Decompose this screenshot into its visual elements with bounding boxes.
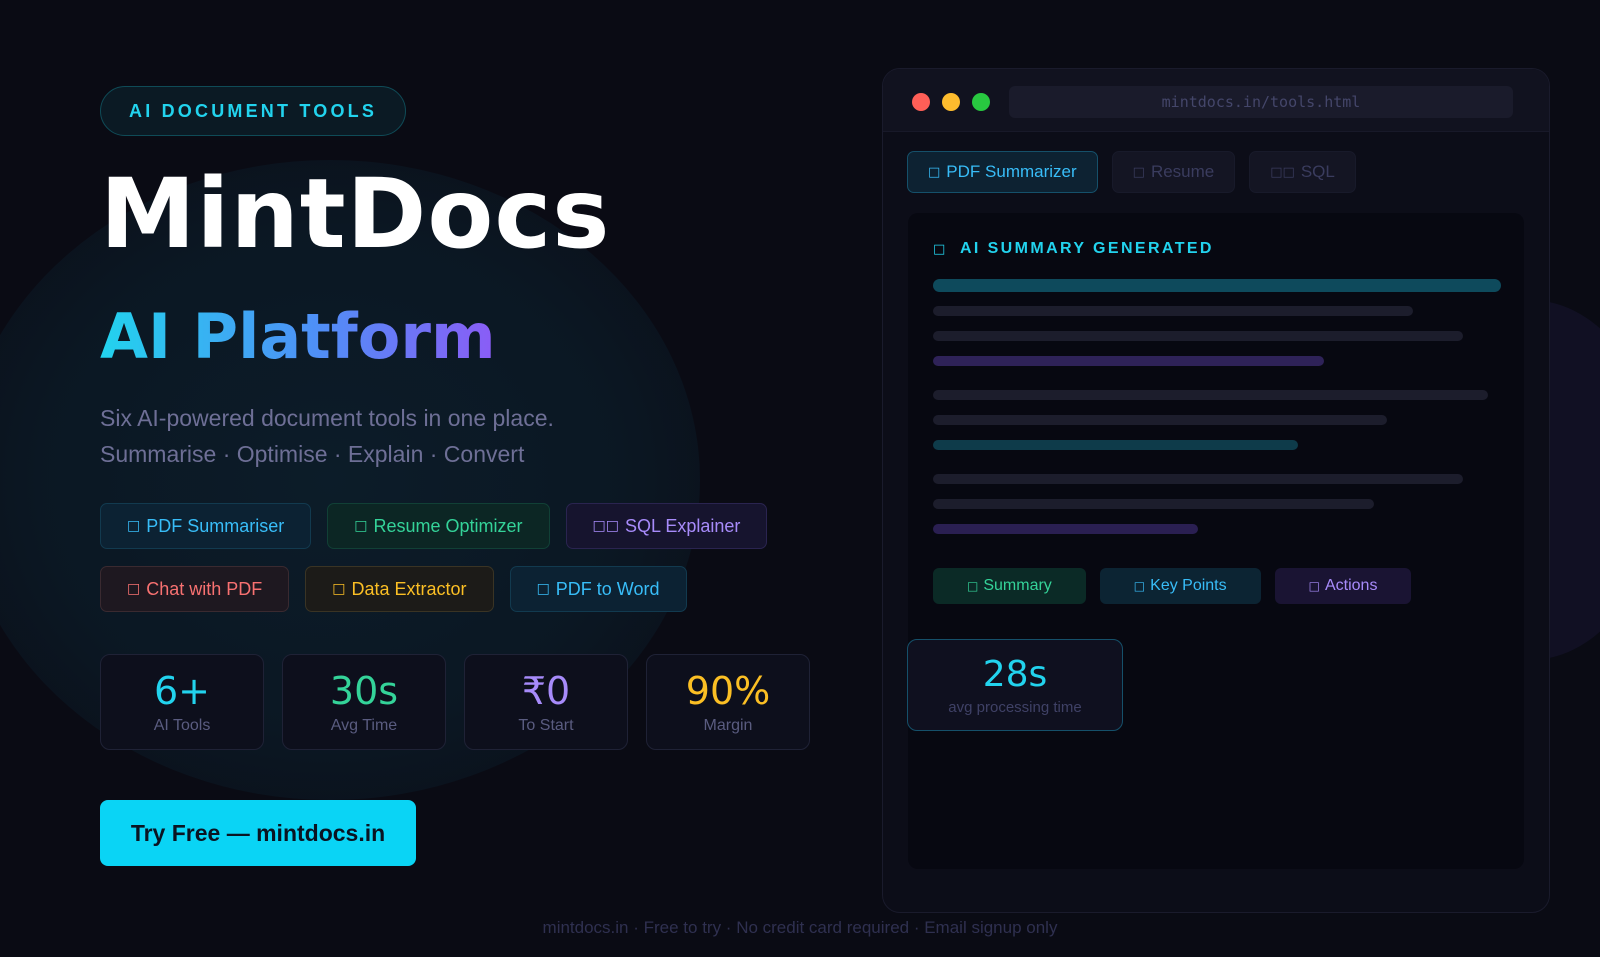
pdf-icon: □ <box>127 518 141 534</box>
summary-panel: □ AI SUMMARY GENERATED □ Summary □ Key P… <box>908 213 1524 869</box>
tool-chips-row-2: □ Chat with PDF □ Data Extractor □ PDF t… <box>100 566 687 612</box>
tool-chip-label: SQL Explainer <box>625 515 741 536</box>
tool-chip-pdf-to-word[interactable]: □ PDF to Word <box>509 566 687 612</box>
tab-label: PDF Summarizer <box>946 162 1077 181</box>
pdf-icon: □ <box>928 164 941 180</box>
stat-card-time: 30s Avg Time <box>282 654 446 750</box>
page-subtitle: AI Platform <box>100 300 496 373</box>
processing-time-label: avg processing time <box>948 698 1082 716</box>
skeleton-line <box>933 499 1374 509</box>
preview-tabs: □ PDF Summarizer □ Resume □□ SQL <box>907 151 1356 193</box>
stat-card-tools: 6+ AI Tools <box>100 654 264 750</box>
stat-value: ₹0 <box>521 669 571 713</box>
page-title: MintDocs <box>100 158 611 270</box>
address-bar[interactable]: mintdocs.in/tools.html <box>1009 86 1513 118</box>
skeleton-line <box>933 390 1488 400</box>
panel-title: □ AI SUMMARY GENERATED <box>933 240 1214 258</box>
chat-icon: □ <box>127 581 141 597</box>
close-dot-icon <box>912 93 930 111</box>
tab-pdf-summarizer[interactable]: □ PDF Summarizer <box>907 151 1098 193</box>
stats-row: 6+ AI Tools 30s Avg Time ₹0 To Start 90%… <box>100 654 810 750</box>
stat-card-margin: 90% Margin <box>646 654 810 750</box>
tool-chip-resume-optimizer[interactable]: □ Resume Optimizer <box>327 503 550 549</box>
stat-label: Margin <box>703 717 753 734</box>
tool-chip-label: Chat with PDF <box>146 578 263 599</box>
skeleton-line <box>933 474 1463 484</box>
tool-chip-label: Resume Optimizer <box>373 515 523 536</box>
output-tag-label: Key Points <box>1150 577 1227 594</box>
window-titlebar: mintdocs.in/tools.html <box>883 69 1549 132</box>
footer-note: mintdocs.in · Free to try · No credit ca… <box>542 918 1058 937</box>
tool-chip-label: Data Extractor <box>351 578 467 599</box>
try-free-button[interactable]: Try Free — mintdocs.in <box>100 800 416 866</box>
skeleton-line <box>933 415 1387 425</box>
stat-value: 6+ <box>153 669 211 713</box>
description-line-1: Six AI-powered document tools in one pla… <box>100 405 554 431</box>
eyebrow-badge: AI DOCUMENT TOOLS <box>100 86 407 136</box>
output-tag-label: Actions <box>1324 577 1378 594</box>
key-points-icon: □ <box>1133 579 1146 593</box>
tool-chip-label: PDF Summariser <box>146 515 285 536</box>
tab-resume[interactable]: □ Resume <box>1111 151 1236 193</box>
description-line-2: Summarise · Optimise · Explain · Convert <box>100 441 525 467</box>
stat-value: 90% <box>685 669 771 713</box>
tab-label: Resume <box>1150 162 1215 181</box>
stat-value: 30s <box>329 669 399 713</box>
database-icon: □□ <box>1270 164 1295 180</box>
tool-chip-pdf-summariser[interactable]: □ PDF Summariser <box>100 503 312 549</box>
stat-label: AI Tools <box>153 717 211 734</box>
convert-icon: □ <box>536 581 550 597</box>
output-tags: □ Summary □ Key Points □ Actions <box>933 568 1412 604</box>
output-tag-label: Summary <box>983 577 1052 594</box>
output-tag-summary[interactable]: □ Summary <box>933 568 1086 604</box>
hero-description: Six AI-powered document tools in one pla… <box>100 400 554 472</box>
skeleton-line <box>933 440 1298 450</box>
tool-chips-row-1: □ PDF Summariser □ Resume Optimizer □□ S… <box>100 503 768 549</box>
stat-card-price: ₹0 To Start <box>464 654 628 750</box>
actions-icon: □ <box>1308 579 1320 593</box>
tool-chip-chat-with-pdf[interactable]: □ Chat with PDF <box>100 566 290 612</box>
skeleton-line <box>933 356 1324 366</box>
database-icon: □□ <box>592 518 619 534</box>
panel-title-text: AI SUMMARY GENERATED <box>959 240 1214 257</box>
maximize-dot-icon <box>972 93 990 111</box>
stat-label: To Start <box>518 717 574 734</box>
extract-icon: □ <box>332 581 346 597</box>
tab-label: SQL <box>1300 162 1335 181</box>
sparkle-icon: □ <box>933 242 948 257</box>
output-tag-actions[interactable]: □ Actions <box>1274 568 1412 604</box>
tool-chip-data-extractor[interactable]: □ Data Extractor <box>305 566 494 612</box>
skeleton-line <box>933 331 1463 341</box>
tab-sql[interactable]: □□ SQL <box>1249 151 1356 193</box>
processing-time-card: 28s avg processing time <box>907 639 1123 731</box>
stat-label: Avg Time <box>330 717 398 734</box>
resume-icon: □ <box>1132 164 1145 180</box>
summary-icon: □ <box>967 579 979 593</box>
minimize-dot-icon <box>942 93 960 111</box>
skeleton-line <box>933 524 1198 534</box>
app-preview-window: mintdocs.in/tools.html □ PDF Summarizer … <box>882 68 1550 913</box>
processing-time-value: 28s <box>982 653 1048 695</box>
tool-chip-label: PDF to Word <box>555 578 660 599</box>
skeleton-line <box>933 279 1501 292</box>
skeleton-line <box>933 306 1413 316</box>
output-tag-key-points[interactable]: □ Key Points <box>1099 568 1261 604</box>
resume-icon: □ <box>354 518 368 534</box>
tool-chip-sql-explainer[interactable]: □□ SQL Explainer <box>565 503 768 549</box>
